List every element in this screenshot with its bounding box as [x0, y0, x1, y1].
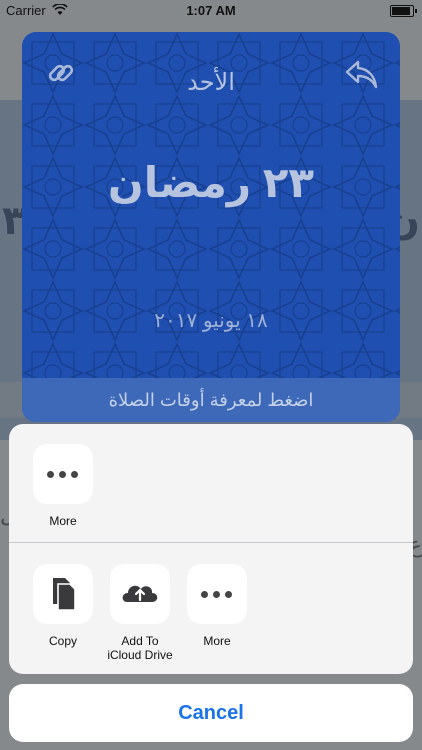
- copy-label: Copy: [48, 634, 77, 648]
- share-sheet: More Copy Add To iCloud Drive More: [9, 424, 413, 674]
- more-tile[interactable]: [33, 444, 93, 504]
- more-action-top[interactable]: More: [23, 444, 103, 528]
- cancel-button[interactable]: Cancel: [9, 684, 413, 742]
- day-name: الأحد: [187, 69, 235, 96]
- more-tile-bottom[interactable]: [187, 564, 247, 624]
- more-icon: [201, 591, 233, 598]
- calendar-card: الأحد ٢٣ رمضان ١٨ يونيو ٢٠١٧ اضغط لمعرفة…: [22, 32, 400, 422]
- status-bar: Carrier 1:07 AM: [0, 0, 422, 22]
- share-row-actions: Copy Add To iCloud Drive More: [9, 543, 413, 674]
- battery-icon: [390, 5, 417, 17]
- hijri-date: ٢٣ رمضان: [107, 159, 315, 206]
- more-action-bottom[interactable]: More: [177, 564, 257, 648]
- copy-icon: [53, 578, 76, 611]
- more-label-bottom: More: [203, 634, 231, 648]
- icloud-upload-icon: [122, 585, 158, 602]
- icloud-drive-action[interactable]: Add To iCloud Drive: [100, 564, 180, 662]
- share-row-activities: More: [9, 424, 413, 543]
- more-icon: [47, 471, 79, 478]
- icloud-label: Add To iCloud Drive: [107, 634, 173, 662]
- prayer-times-button[interactable]: اضغط لمعرفة أوقات الصلاة: [22, 378, 400, 422]
- icloud-tile[interactable]: [110, 564, 170, 624]
- copy-action[interactable]: Copy: [23, 564, 103, 648]
- more-label: More: [49, 514, 77, 528]
- gregorian-date: ١٨ يونيو ٢٠١٧: [154, 310, 268, 332]
- clock: 1:07 AM: [186, 3, 236, 18]
- copy-tile[interactable]: [33, 564, 93, 624]
